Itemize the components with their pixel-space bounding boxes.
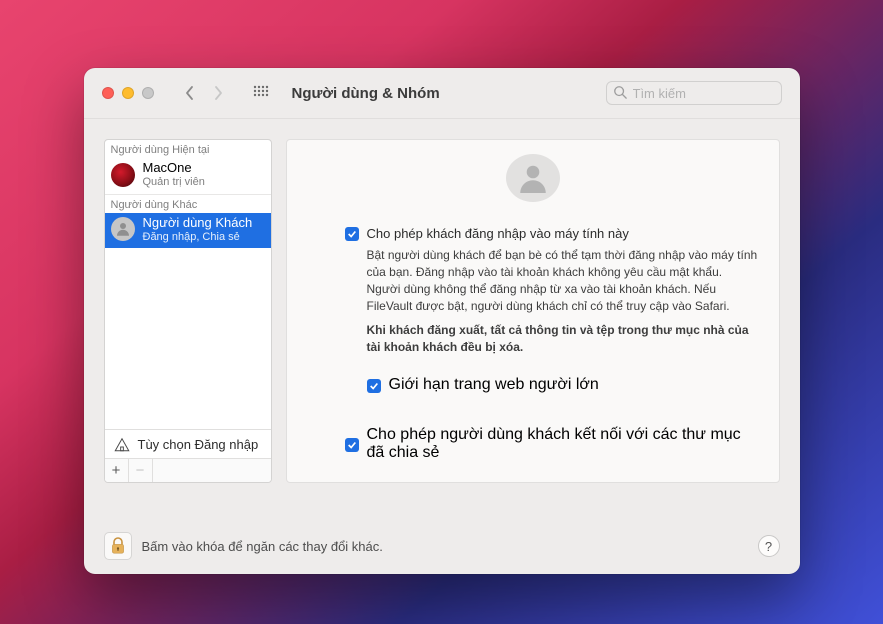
lock-text: Bấm vào khóa để ngăn các thay đổi khác. — [142, 539, 383, 554]
bottom-bar: Bấm vào khóa để ngăn các thay đổi khác. … — [84, 520, 800, 574]
allow-guest-login-desc: Bật người dùng khách để bạn bè có thể tạ… — [367, 247, 759, 356]
limit-adult-sites-label: Giới hạn trang web người lớn — [389, 376, 599, 394]
login-options-label: Tùy chọn Đăng nhập — [138, 437, 259, 452]
minimize-window-button[interactable] — [122, 87, 134, 99]
allow-guest-share-option: Cho phép người dùng khách kết nối với cá… — [345, 426, 759, 462]
back-button[interactable] — [178, 82, 202, 104]
content-area: Người dùng Hiện tại MacOne Quản trị viên… — [84, 119, 800, 520]
add-user-button[interactable]: + — [105, 459, 129, 482]
login-options-button[interactable]: Tùy chọn Đăng nhập — [105, 429, 271, 458]
lock-button[interactable] — [104, 532, 132, 560]
allow-guest-share-label: Cho phép người dùng khách kết nối với cá… — [367, 426, 759, 462]
allow-guest-share-checkbox[interactable] — [345, 438, 359, 452]
user-role: Đăng nhập, Chia sẻ — [143, 231, 253, 244]
show-all-prefs-button[interactable] — [250, 82, 272, 104]
guest-avatar-large[interactable] — [506, 154, 560, 202]
section-current-user: Người dùng Hiện tại — [105, 140, 271, 158]
remove-user-button[interactable]: − — [129, 459, 153, 482]
system-preferences-window: Người dùng & Nhóm Người dùng Hiện tại Ma… — [84, 68, 800, 574]
search-field-wrap — [606, 81, 782, 105]
forward-button[interactable] — [206, 82, 230, 104]
user-name: MacOne — [143, 161, 205, 176]
search-icon — [613, 85, 627, 104]
zoom-window-button[interactable] — [142, 87, 154, 99]
sidebar-footer: + − — [105, 458, 271, 482]
allow-guest-login-checkbox[interactable] — [345, 227, 359, 241]
user-role: Quản trị viên — [143, 176, 205, 189]
help-button[interactable]: ? — [758, 535, 780, 557]
titlebar: Người dùng & Nhóm — [84, 68, 800, 118]
limit-adult-sites-checkbox[interactable] — [367, 379, 381, 393]
allow-guest-login-label: Cho phép khách đăng nhập vào máy tính nà… — [367, 226, 629, 241]
window-controls — [102, 87, 154, 99]
user-name: Người dùng Khách — [143, 216, 253, 231]
allow-guest-login-option: Cho phép khách đăng nhập vào máy tính nà… — [345, 226, 759, 241]
main-panel: Cho phép khách đăng nhập vào máy tính nà… — [286, 139, 780, 483]
nav-buttons — [178, 82, 230, 104]
search-input[interactable] — [606, 81, 782, 105]
user-row-current[interactable]: MacOne Quản trị viên — [105, 158, 271, 194]
pane-title: Người dùng & Nhóm — [292, 85, 440, 102]
close-window-button[interactable] — [102, 87, 114, 99]
avatar-rose-icon — [111, 163, 135, 187]
user-row-guest[interactable]: Người dùng Khách Đăng nhập, Chia sẻ — [105, 213, 271, 249]
section-other-users: Người dùng Khác — [105, 195, 271, 213]
avatar-guest-icon — [111, 217, 135, 241]
limit-adult-sites-option: Giới hạn trang web người lớn — [367, 376, 759, 394]
users-sidebar: Người dùng Hiện tại MacOne Quản trị viên… — [104, 139, 272, 483]
